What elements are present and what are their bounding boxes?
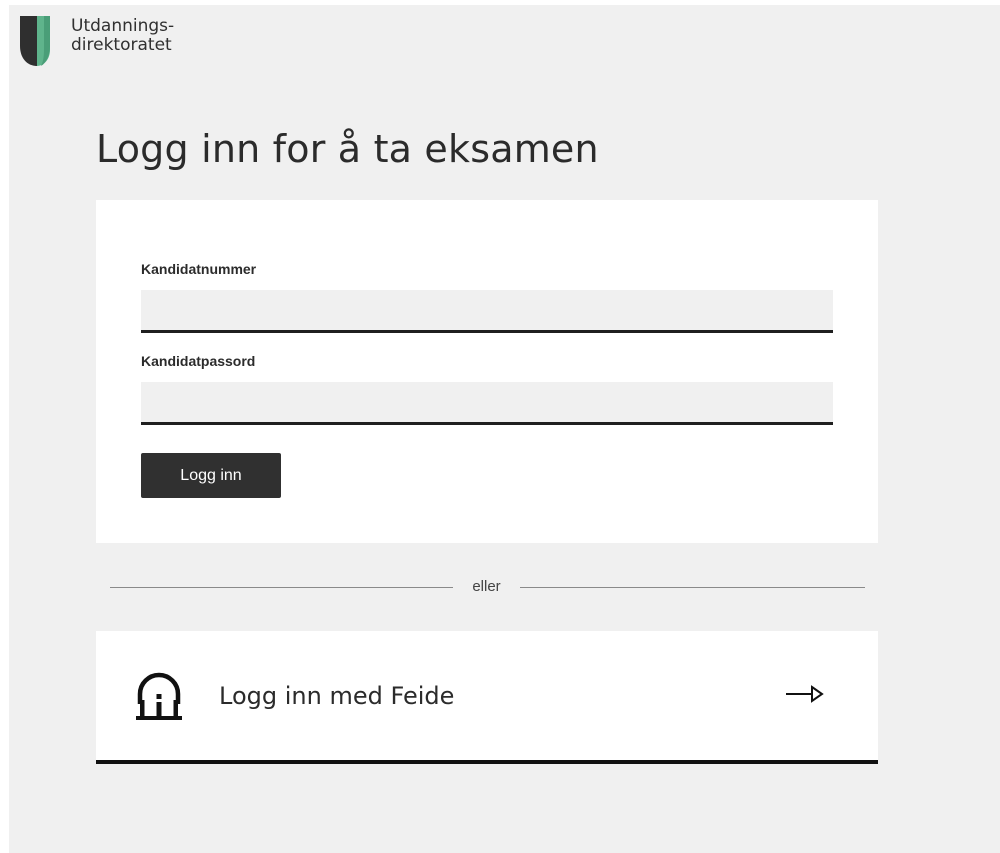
feide-login-button[interactable]: Logg inn med Feide — [96, 631, 878, 764]
candidate-number-input[interactable] — [141, 290, 833, 333]
udir-logo[interactable]: Utdannings- direktoratet — [20, 16, 174, 66]
udir-logo-icon — [20, 16, 50, 66]
candidate-password-label: Kandidatpassord — [141, 353, 256, 369]
logo-text-line1: Utdannings- — [71, 16, 175, 36]
divider-line-right — [520, 587, 865, 588]
candidate-number-label: Kandidatnummer — [141, 261, 257, 277]
candidate-password-input[interactable] — [141, 382, 833, 425]
logo-text-line2: direktoratet — [71, 35, 172, 55]
udir-logo-text: Utdannings- direktoratet — [71, 17, 174, 55]
divider-text: eller — [472, 578, 501, 595]
or-divider: eller — [110, 576, 865, 598]
login-card: Kandidatnummer Kandidatpassord Logg inn — [96, 200, 878, 543]
feide-login-label: Logg inn med Feide — [219, 682, 455, 710]
page-title: Logg inn for å ta eksamen — [96, 127, 599, 171]
login-button[interactable]: Logg inn — [141, 453, 281, 498]
page-background: Utdannings- direktoratet Logg inn for å … — [9, 5, 1000, 853]
arrow-right-icon — [786, 685, 824, 703]
divider-line-left — [110, 587, 453, 588]
feide-icon — [136, 672, 182, 720]
